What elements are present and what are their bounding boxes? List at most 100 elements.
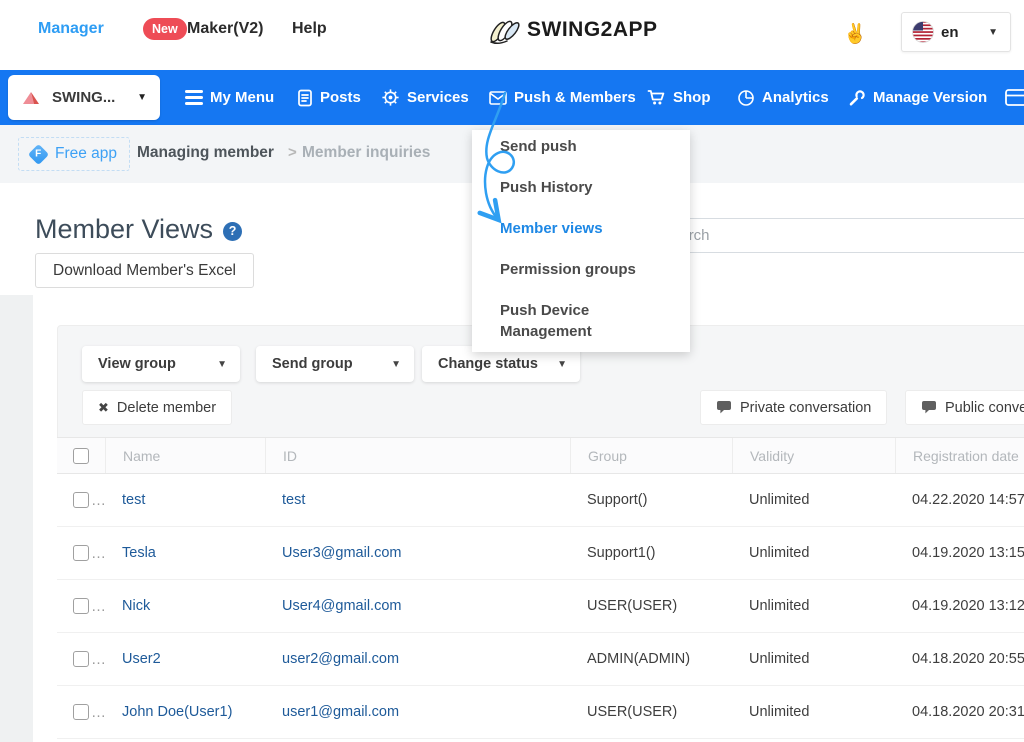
public-conversation-button[interactable]: Public conversation — [905, 390, 1024, 425]
menu-item-push-history[interactable]: Push History — [500, 177, 678, 198]
public-conversation-label: Public conversation — [945, 400, 1024, 416]
page-title: Member Views ? — [35, 214, 242, 245]
send-group-label: Send group — [272, 356, 353, 372]
member-validity: Unlimited — [732, 704, 895, 720]
top-bar: Manager New Maker(V2) Help SWING2APP ✌ — [0, 0, 1024, 70]
member-id-link[interactable]: user1@gmail.com — [265, 704, 570, 720]
member-name-link[interactable]: Nick — [105, 598, 265, 614]
menu-item-permission-groups[interactable]: Permission groups — [500, 259, 678, 280]
member-name-link[interactable]: John Doe(User1) — [105, 704, 265, 720]
member-id-link[interactable]: User3@gmail.com — [265, 545, 570, 561]
maker-v2-link[interactable]: Maker(V2) — [187, 20, 263, 38]
breadcrumb-page: Member inquiries — [302, 144, 430, 162]
download-excel-button[interactable]: Download Member's Excel — [35, 253, 254, 288]
nav-item-posts[interactable]: Posts — [297, 70, 361, 125]
member-group: Support() — [570, 492, 732, 508]
table-row: … Tesla User3@gmail.com Support1() Unlim… — [57, 527, 1024, 580]
language-code: en — [941, 24, 959, 41]
nav-label: Push & Members — [514, 89, 636, 106]
private-conversation-button[interactable]: Private conversation — [700, 390, 887, 425]
language-selector[interactable]: en ▼ — [901, 12, 1011, 52]
app-selector[interactable]: SWING... ▼ — [8, 75, 160, 120]
nav-item-shop[interactable]: Shop — [647, 70, 711, 125]
member-validity: Unlimited — [732, 545, 895, 561]
swing2app-logo: SWING2APP — [487, 15, 658, 45]
chevron-down-icon: ▼ — [391, 359, 401, 370]
member-group: USER(USER) — [570, 704, 732, 720]
member-group: USER(USER) — [570, 598, 732, 614]
victory-hand-icon: ✌ — [841, 20, 868, 47]
wrench-icon — [848, 89, 866, 107]
row-checkbox[interactable] — [73, 598, 89, 614]
delete-member-button[interactable]: ✖ Delete member — [82, 390, 232, 425]
column-header-validity: Validity — [732, 438, 895, 473]
card-icon — [1005, 89, 1024, 107]
nav-label: Posts — [320, 89, 361, 106]
select-all-checkbox[interactable] — [73, 448, 89, 464]
free-app-badge[interactable]: F Free app — [18, 137, 130, 171]
row-checkbox[interactable] — [73, 651, 89, 667]
free-app-label: Free app — [55, 145, 117, 163]
member-id-link[interactable]: user2@gmail.com — [265, 651, 570, 667]
help-link[interactable]: Help — [292, 20, 327, 38]
nav-item-services[interactable]: Services — [381, 70, 469, 125]
nav-item-more[interactable] — [1005, 70, 1024, 125]
column-header-group: Group — [570, 438, 732, 473]
member-registration-date: 04.18.2020 20:31 — [895, 704, 1024, 720]
table-header: Name ID Group Validity Registration date — [57, 438, 1024, 474]
delete-member-label: Delete member — [117, 400, 216, 416]
nav-item-push-members[interactable]: Push & Members — [489, 70, 636, 125]
menu-item-push-device-management[interactable]: Push Device Management — [500, 300, 678, 342]
members-table: Name ID Group Validity Registration date… — [57, 437, 1024, 742]
envelope-icon — [489, 91, 507, 105]
menu-item-send-push[interactable]: Send push — [500, 136, 678, 157]
row-checkbox[interactable] — [73, 704, 89, 720]
member-group: ADMIN(ADMIN) — [570, 651, 732, 667]
view-group-select[interactable]: View group ▼ — [82, 346, 240, 382]
member-id-link[interactable]: test — [265, 492, 570, 508]
table-row: … Nick User4@gmail.com USER(USER) Unlimi… — [57, 580, 1024, 633]
us-flag-icon — [912, 21, 934, 43]
search-input[interactable] — [648, 218, 1024, 253]
chevron-down-icon: ▼ — [988, 27, 998, 38]
change-status-label: Change status — [438, 356, 538, 372]
breadcrumb-separator: > — [288, 144, 297, 161]
app-selector-label: SWING... — [52, 89, 115, 106]
table-row: … test test Support() Unlimited 04.22.20… — [57, 474, 1024, 527]
member-validity: Unlimited — [732, 598, 895, 614]
manager-link[interactable]: Manager — [38, 20, 104, 38]
menu-item-member-views[interactable]: Member views — [500, 218, 678, 239]
breadcrumb-section[interactable]: Managing member — [137, 144, 274, 162]
member-registration-date: 04.19.2020 13:15 — [895, 545, 1024, 561]
chevron-down-icon: ▼ — [137, 92, 147, 103]
logo-text: SWING2APP — [527, 18, 658, 42]
cart-icon — [647, 89, 666, 106]
row-checkbox[interactable] — [73, 545, 89, 561]
nav-label: Analytics — [762, 89, 829, 106]
member-name-link[interactable]: Tesla — [105, 545, 265, 561]
view-group-label: View group — [98, 356, 176, 372]
column-header-id: ID — [265, 438, 570, 473]
send-group-select[interactable]: Send group ▼ — [256, 346, 414, 382]
row-checkbox[interactable] — [73, 492, 89, 508]
column-header-registration-date: Registration date — [895, 438, 1024, 473]
nav-label: Manage Version — [873, 89, 987, 106]
nav-label: Shop — [673, 89, 711, 106]
member-validity: Unlimited — [732, 492, 895, 508]
pie-chart-icon — [737, 89, 755, 107]
gear-icon — [381, 88, 400, 107]
new-badge: New — [143, 18, 187, 40]
member-id-link[interactable]: User4@gmail.com — [265, 598, 570, 614]
nav-item-manage-version[interactable]: Manage Version — [848, 70, 987, 125]
member-name-link[interactable]: User2 — [105, 651, 265, 667]
member-name-link[interactable]: test — [105, 492, 265, 508]
hamburger-icon — [185, 90, 203, 105]
help-icon[interactable]: ? — [223, 222, 242, 241]
member-group: Support1() — [570, 545, 732, 561]
chat-bubble-icon — [716, 400, 732, 415]
leaf-doodle-icon — [487, 15, 523, 45]
nav-item-analytics[interactable]: Analytics — [737, 70, 829, 125]
member-registration-date: 04.22.2020 14:57 — [895, 492, 1024, 508]
chevron-down-icon: ▼ — [557, 359, 567, 370]
nav-item-my-menu[interactable]: My Menu — [185, 70, 274, 125]
